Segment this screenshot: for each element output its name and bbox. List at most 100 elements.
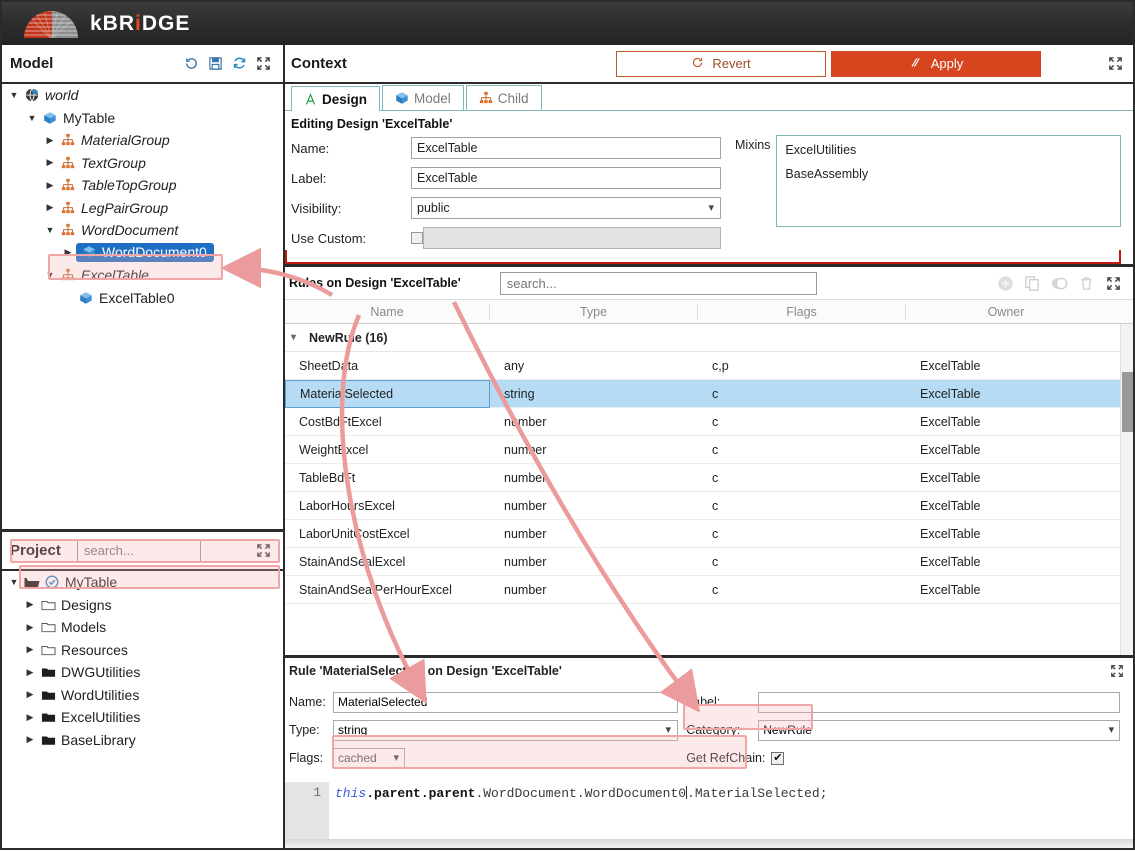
- mixin-item[interactable]: ExcelUtilities: [785, 141, 1112, 165]
- table-row[interactable]: WeightExcel number c ExcelTable: [285, 436, 1133, 464]
- model-tree-node[interactable]: ▼ WordDocument: [2, 219, 283, 242]
- chevron-right-icon[interactable]: ▶: [60, 247, 76, 258]
- group-icon: [58, 268, 78, 282]
- chevron-down-icon[interactable]: ▼: [6, 90, 22, 100]
- rule-type-label: Type:: [289, 723, 320, 737]
- design-visibility-select[interactable]: [411, 197, 721, 219]
- scrollbar-thumb[interactable]: [1122, 372, 1133, 432]
- rules-column-header-name[interactable]: Name: [285, 304, 490, 319]
- model-tree-worddocument0[interactable]: WordDocument0: [76, 243, 214, 263]
- chevron-down-icon[interactable]: ▼: [6, 577, 22, 587]
- design-label-input[interactable]: [411, 167, 721, 189]
- chevron-right-icon[interactable]: ▶: [22, 734, 38, 745]
- model-tree-node[interactable]: ▶ TextGroup: [2, 152, 283, 175]
- table-row[interactable]: CostBdFtExcel number c ExcelTable: [285, 408, 1133, 436]
- chevron-right-icon[interactable]: ▶: [22, 599, 38, 610]
- application-window: kBRiDGE Model ▼ world ▼ MyTable ▶ Materi…: [0, 0, 1135, 850]
- model-tree-node[interactable]: ▼ MyTable: [2, 107, 283, 130]
- mixins-list[interactable]: ExcelUtilities BaseAssembly: [776, 135, 1122, 227]
- rule-type-select[interactable]: [333, 719, 678, 741]
- model-tree-node[interactable]: ▼ world: [2, 84, 283, 107]
- chevron-right-icon[interactable]: ▶: [42, 157, 58, 168]
- table-row[interactable]: SheetData any c,p ExcelTable: [285, 352, 1133, 380]
- project-tree-node[interactable]: ▶ WordUtilities: [2, 684, 283, 707]
- expand-icon[interactable]: [1103, 53, 1127, 75]
- delete-rule-icon[interactable]: [1074, 272, 1098, 294]
- revert-history-icon[interactable]: [179, 53, 203, 75]
- rule-type-cell: number: [504, 414, 547, 429]
- model-tree-node-selected[interactable]: ▶ WordDocument0: [2, 242, 283, 265]
- design-name-input[interactable]: [411, 137, 721, 159]
- expand-icon[interactable]: [1101, 272, 1125, 294]
- rule-category-select[interactable]: [758, 719, 1121, 741]
- chevron-down-icon[interactable]: ▼: [42, 270, 58, 280]
- table-row[interactable]: LaborHoursExcel number c ExcelTable: [285, 492, 1133, 520]
- rules-rows[interactable]: SheetData any c,p ExcelTable MaterialSelecte…: [285, 352, 1133, 604]
- project-tree-node[interactable]: ▶ BaseLibrary: [2, 729, 283, 752]
- chevron-right-icon[interactable]: ▶: [42, 180, 58, 191]
- model-tree-node[interactable]: ▶ MaterialGroup: [2, 129, 283, 152]
- project-tree-node[interactable]: ▶ Resources: [2, 639, 283, 662]
- rules-group-row[interactable]: ▾ NewRule (16): [285, 324, 1133, 352]
- rule-name-input[interactable]: [333, 691, 678, 713]
- chevron-down-icon[interactable]: ▼: [42, 225, 58, 235]
- revert-button[interactable]: Revert: [616, 50, 826, 77]
- chevron-right-icon[interactable]: ▶: [42, 135, 58, 146]
- chevron-right-icon[interactable]: ▶: [42, 202, 58, 213]
- refresh-icon[interactable]: [227, 53, 251, 75]
- rules-vertical-scrollbar[interactable]: [1120, 324, 1133, 658]
- model-tree-node[interactable]: ▶ LegPairGroup: [2, 197, 283, 220]
- model-tree-node[interactable]: ExcelTable0: [2, 287, 283, 310]
- chevron-right-icon[interactable]: ▶: [22, 622, 38, 633]
- tab-model[interactable]: Model: [382, 85, 464, 110]
- project-tree-node[interactable]: ▼ MyTable: [2, 571, 283, 594]
- cube-icon: [395, 91, 409, 105]
- project-tree-node[interactable]: ▶ ExcelUtilities: [2, 706, 283, 729]
- project-tree-node[interactable]: ▶ Models: [2, 616, 283, 639]
- project-tree-node[interactable]: ▶ Designs: [2, 594, 283, 617]
- folder-solid-icon: [38, 710, 58, 724]
- rule-form-right: Label: Category: ▾ Get RefChain: ✔: [686, 688, 1133, 772]
- save-icon[interactable]: [203, 53, 227, 75]
- model-tree-node[interactable]: ▶ TableTopGroup: [2, 174, 283, 197]
- table-row[interactable]: LaborUnitCostExcel number c ExcelTable: [285, 520, 1133, 548]
- rules-column-header-owner[interactable]: Owner: [906, 305, 1106, 319]
- toggle-rule-icon[interactable]: [1047, 272, 1071, 294]
- project-tree-node[interactable]: ▶ DWGUtilities: [2, 661, 283, 684]
- project-search-input[interactable]: [76, 539, 201, 562]
- rules-column-header-type[interactable]: Type: [490, 304, 698, 319]
- editor-horizontal-scrollbar[interactable]: [285, 839, 1133, 848]
- table-row[interactable]: StainAndSealExcel number c ExcelTable: [285, 548, 1133, 576]
- group-icon: [479, 91, 493, 105]
- context-tabs[interactable]: Design Model Child: [285, 84, 1133, 111]
- add-rule-icon[interactable]: [993, 272, 1017, 294]
- table-row[interactable]: TableBdFt number c ExcelTable: [285, 464, 1133, 492]
- expand-icon[interactable]: [1105, 660, 1129, 682]
- get-refchain-checkbox[interactable]: ✔: [771, 751, 785, 765]
- table-row[interactable]: MaterialSelected string c ExcelTable: [285, 379, 1133, 408]
- rule-flags-field[interactable]: ▾: [333, 747, 405, 769]
- rules-search-input[interactable]: [499, 271, 817, 295]
- use-custom-checkbox[interactable]: [411, 232, 423, 244]
- chevron-right-icon[interactable]: ▶: [22, 712, 38, 723]
- model-tree[interactable]: ▼ world ▼ MyTable ▶ MaterialGroup ▶ TextGroup ▶ T…: [2, 84, 283, 529]
- tab-child[interactable]: Child: [465, 85, 542, 110]
- folder-outline-icon: [38, 643, 58, 657]
- rules-column-header-flags[interactable]: Flags: [698, 304, 906, 319]
- rule-label-input[interactable]: [758, 691, 1121, 713]
- expand-icon[interactable]: [251, 540, 275, 562]
- table-row[interactable]: StainAndSealPerHourExcel number c ExcelTabl…: [285, 576, 1133, 604]
- chevron-right-icon[interactable]: ▶: [22, 689, 38, 700]
- expand-icon[interactable]: [251, 53, 275, 75]
- tab-design[interactable]: Design: [291, 86, 381, 111]
- chevron-right-icon[interactable]: ▶: [22, 667, 38, 678]
- project-tree[interactable]: ▼ MyTable ▶ Designs ▶ Models ▶ Resources ▶ DWGUti…: [2, 571, 283, 848]
- rules-table[interactable]: Name Type Flags Owner ▾ NewRule (16) SheetD…: [285, 299, 1133, 655]
- copy-rule-icon[interactable]: [1020, 272, 1044, 294]
- model-tree-node[interactable]: ▼ ExcelTable: [2, 264, 283, 287]
- chevron-right-icon[interactable]: ▶: [22, 644, 38, 655]
- editing-design-label: Editing Design 'ExcelTable': [291, 117, 453, 131]
- apply-button[interactable]: Apply: [831, 50, 1041, 77]
- mixin-item[interactable]: BaseAssembly: [785, 165, 1112, 189]
- chevron-down-icon[interactable]: ▼: [24, 113, 40, 123]
